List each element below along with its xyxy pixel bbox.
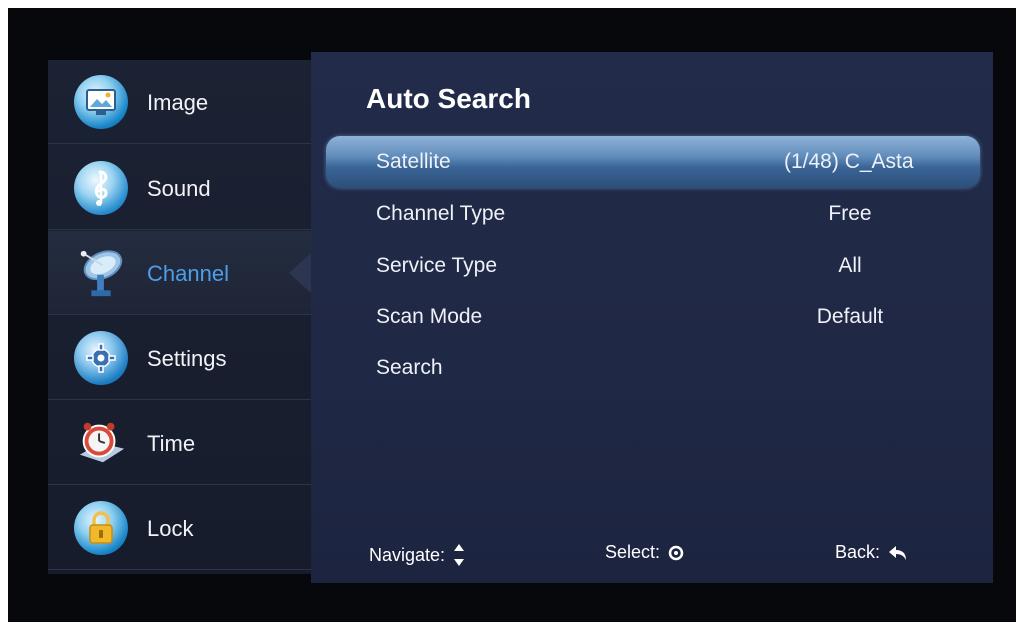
- navigate-hint: Navigate:: [369, 542, 465, 568]
- auto-search-panel: Auto Search Satellite (1/48) C_Asta Chan…: [311, 52, 993, 583]
- menu-row-satellite[interactable]: Satellite (1/48) C_Asta: [326, 136, 980, 188]
- select-label: Select:: [605, 542, 661, 562]
- sidebar-item-settings[interactable]: Settings: [48, 316, 311, 400]
- menu-row-search[interactable]: Search: [326, 342, 980, 394]
- row-value: (1/48) C_Asta: [784, 150, 914, 173]
- select-hint: Select:: [605, 542, 684, 563]
- sidebar-item-time[interactable]: Time: [48, 401, 311, 485]
- padlock-icon: [74, 501, 128, 555]
- row-value: All: [838, 254, 862, 277]
- active-indicator: [289, 253, 311, 293]
- sidebar-item-channel[interactable]: Channel: [48, 231, 311, 315]
- row-label: Search: [376, 356, 443, 379]
- up-down-arrow-icon: [454, 544, 465, 566]
- back-arrow-icon: [889, 545, 907, 560]
- row-value: Free: [828, 202, 872, 225]
- row-label: Channel Type: [376, 202, 506, 225]
- sidebar-item-label: Lock: [147, 516, 194, 541]
- sidebar-item-sound[interactable]: Sound: [48, 146, 311, 230]
- gear-icon: [74, 331, 128, 385]
- row-value: Default: [816, 305, 884, 328]
- sidebar-item-label: Image: [147, 90, 209, 115]
- menu-row-scan-mode[interactable]: Scan Mode Default: [326, 291, 980, 343]
- sidebar-item-image[interactable]: Image: [48, 60, 311, 144]
- sidebar-menu: Image Sound Channel Settings Time Lock: [48, 60, 311, 574]
- back-hint: Back:: [835, 542, 908, 563]
- navigate-label: Navigate:: [369, 544, 446, 565]
- alarm-clock-icon: [74, 416, 128, 470]
- menu-row-service-type[interactable]: Service Type All: [326, 240, 980, 292]
- sidebar-item-label: Settings: [147, 346, 227, 371]
- menu-row-channel-type[interactable]: Channel Type Free: [326, 188, 980, 240]
- sidebar-item-label: Channel: [147, 261, 229, 286]
- row-label: Service Type: [376, 254, 498, 277]
- button-hint-bar: Navigate: Select: Back:: [311, 534, 993, 574]
- sidebar-item-label: Time: [147, 431, 196, 456]
- page-title: Auto Search: [366, 83, 531, 114]
- sidebar-item-lock[interactable]: Lock: [48, 486, 311, 570]
- ok-button-icon: [668, 545, 684, 560]
- row-label: Scan Mode: [376, 305, 483, 328]
- music-note-icon: [74, 161, 128, 215]
- image-icon: [74, 75, 128, 129]
- satellite-dish-icon: [74, 246, 128, 300]
- row-label: Satellite: [376, 150, 451, 173]
- back-label: Back:: [835, 542, 881, 562]
- sidebar-item-label: Sound: [147, 176, 211, 201]
